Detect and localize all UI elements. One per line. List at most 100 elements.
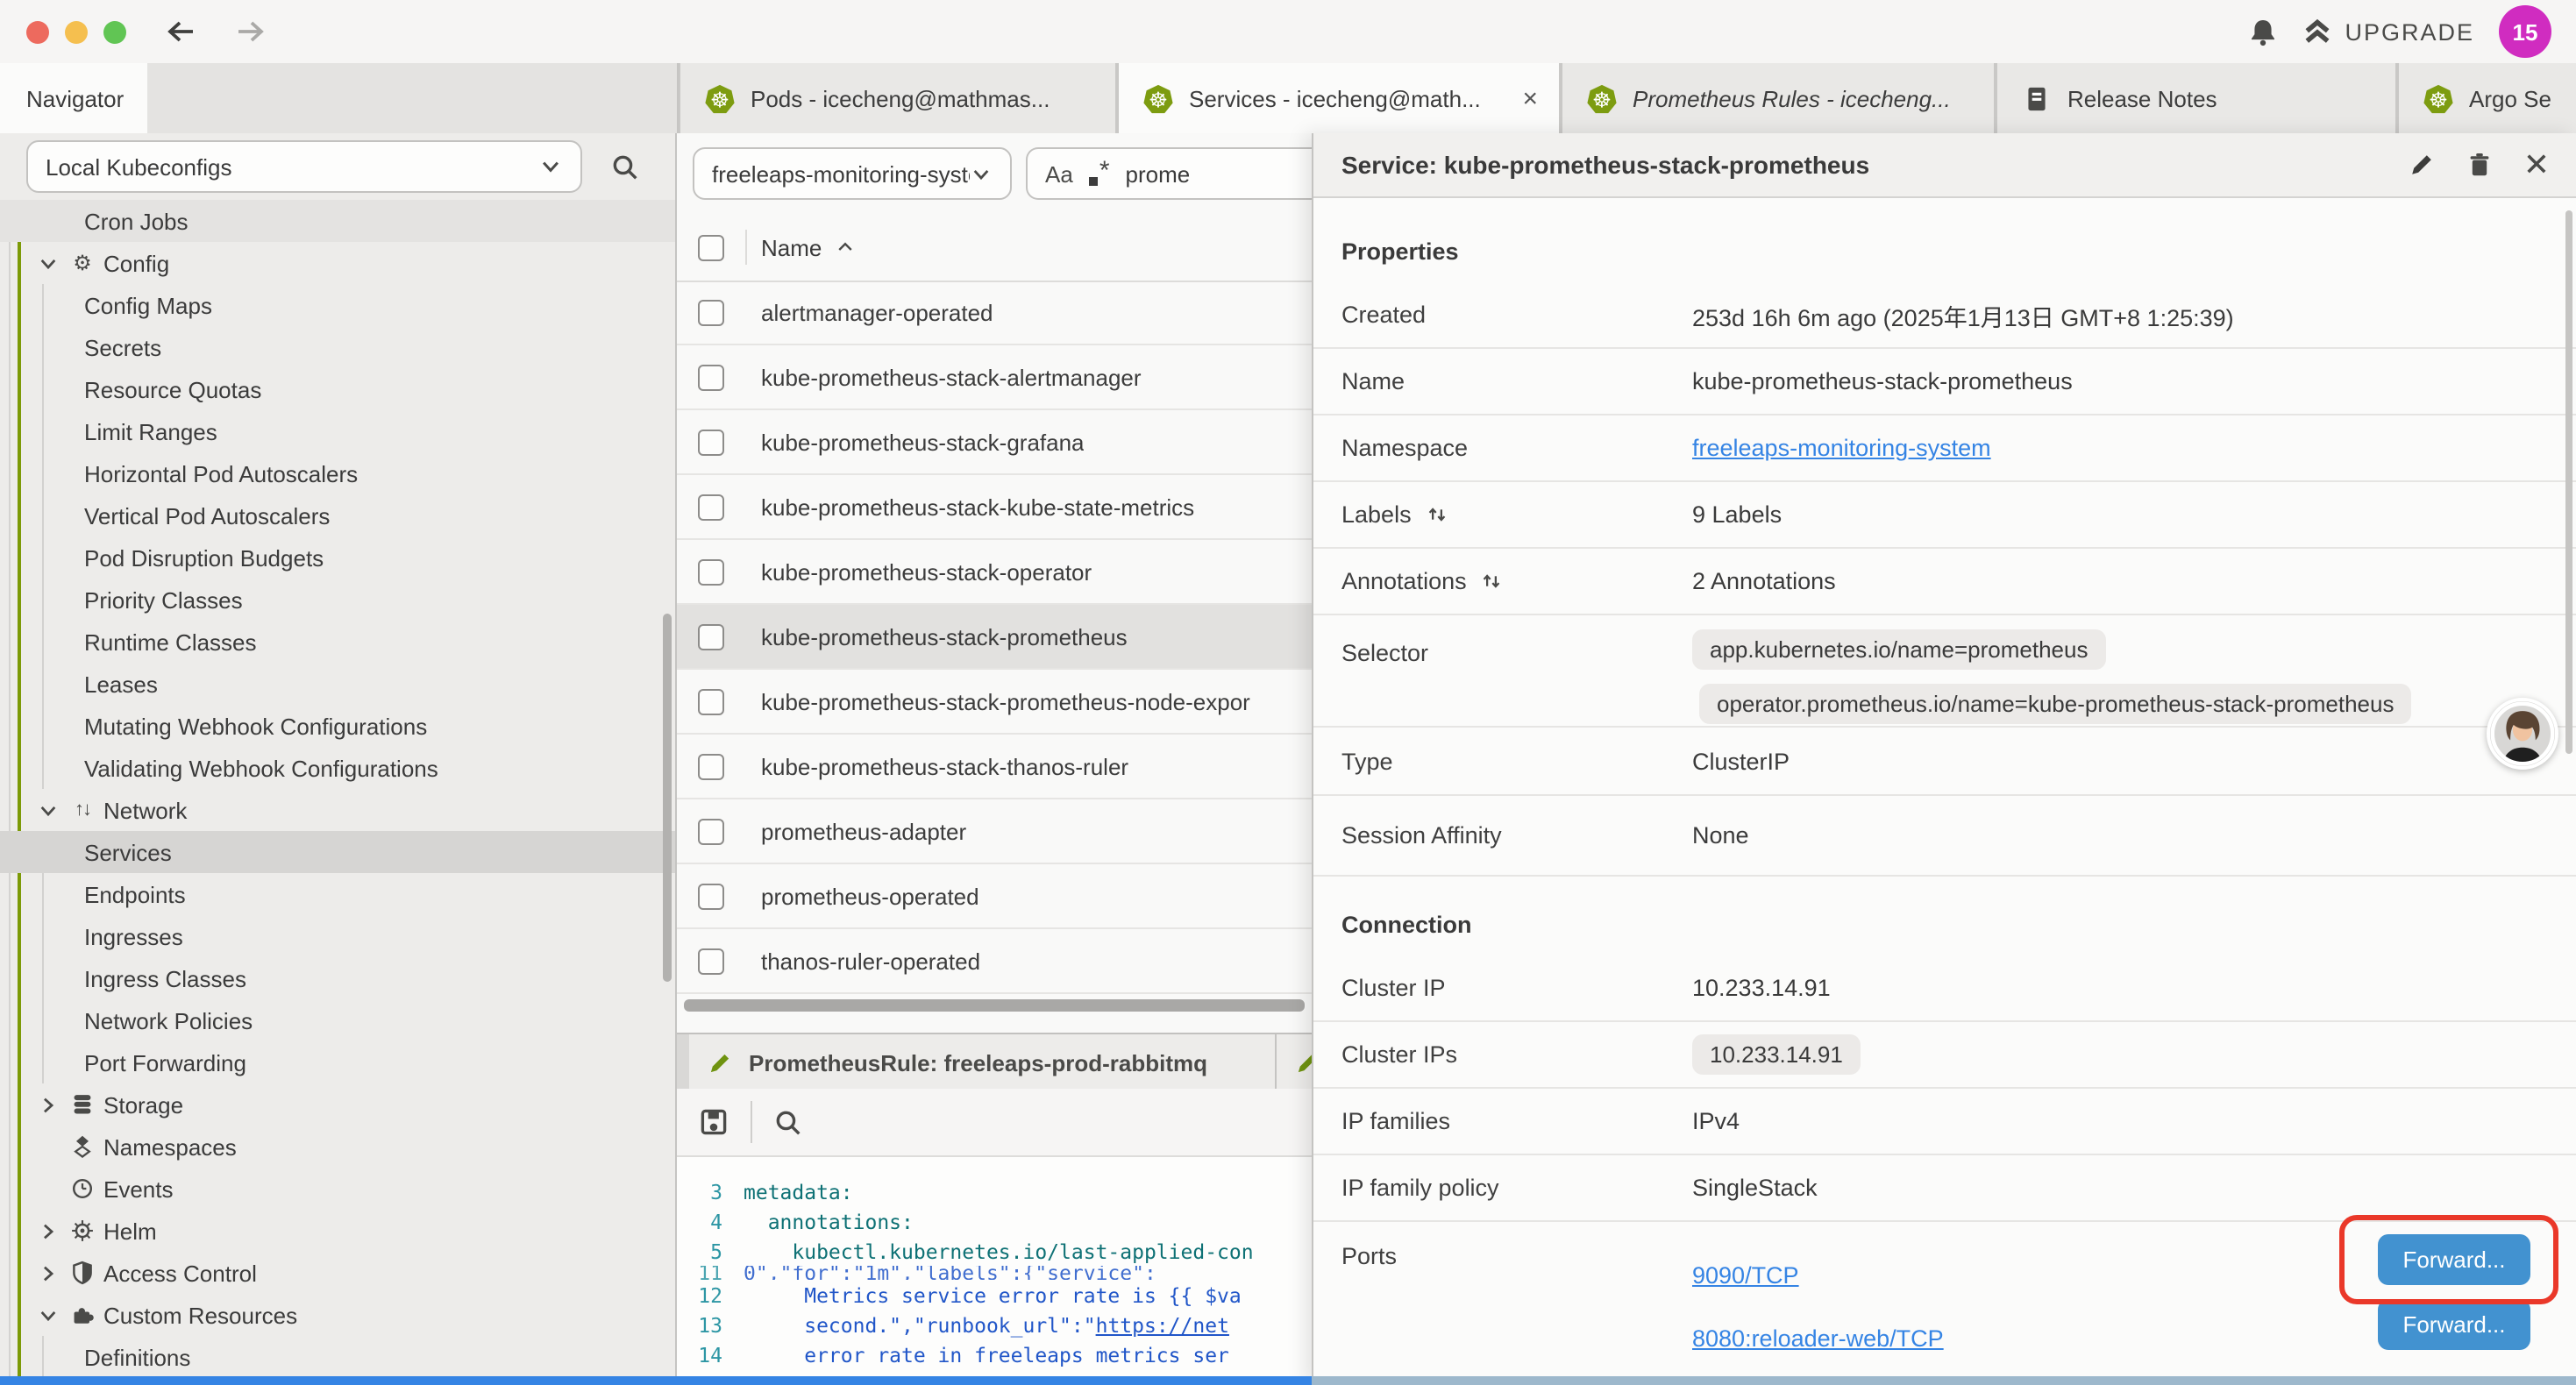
sidebar-item-definitions[interactable]: Definitions [0, 1336, 677, 1376]
sidebar-item-limit-ranges[interactable]: Limit Ranges [0, 410, 677, 452]
maximize-window-button[interactable] [103, 20, 126, 43]
close-panel-icon[interactable]: ✕ [2523, 149, 2550, 181]
row-checkbox[interactable] [698, 429, 724, 455]
table-row[interactable]: thanos-ruler-operated [677, 929, 1312, 994]
sidebar-item-mutating-webhook-configurations[interactable]: Mutating Webhook Configurations [0, 705, 677, 747]
edit-pencil-icon[interactable] [2408, 151, 2436, 179]
tab-argo[interactable]: Argo Se [2397, 63, 2576, 133]
save-icon[interactable] [698, 1106, 729, 1138]
filter-search-input[interactable]: Aa * prome [1026, 147, 1312, 200]
row-checkbox[interactable] [698, 364, 724, 390]
sidebar-search-icon[interactable] [610, 153, 640, 182]
horizontal-scrollbar[interactable] [684, 999, 1305, 1012]
match-case-icon[interactable]: Aa [1045, 160, 1073, 187]
table-row[interactable]: kube-prometheus-stack-alertmanager [677, 345, 1312, 410]
table-row[interactable]: kube-prometheus-stack-kube-state-metrics [677, 475, 1312, 540]
tab-services[interactable]: Services - icecheng@math... × [1117, 63, 1561, 133]
sidebar-group-storage[interactable]: Storage [0, 1083, 677, 1126]
sidebar-item-validating-webhook-configurations[interactable]: Validating Webhook Configurations [0, 747, 677, 789]
sidebar-group-access-control[interactable]: Access Control [0, 1252, 677, 1294]
table-row[interactable]: prometheus-operated [677, 864, 1312, 929]
sidebar-item-secrets[interactable]: Secrets [0, 326, 677, 368]
sidebar-item-priority-classes[interactable]: Priority Classes [0, 579, 677, 621]
port-link-9090[interactable]: 9090/TCP [1692, 1261, 1799, 1288]
row-checkbox[interactable] [698, 623, 724, 650]
sidebar-group-custom-resources[interactable]: Custom Resources [0, 1294, 677, 1336]
name-column-header[interactable]: Name [761, 234, 855, 260]
sidebar-item-config-maps[interactable]: Config Maps [0, 284, 677, 326]
sort-toggle-icon[interactable] [1426, 503, 1448, 526]
minimize-window-button[interactable] [65, 20, 88, 43]
sidebar-group-network[interactable]: ↑↓ Network [0, 789, 677, 831]
chevron-right-icon[interactable] [35, 1261, 60, 1284]
sidebar-item-ingress-classes[interactable]: Ingress Classes [0, 957, 677, 999]
sidebar-item-namespaces[interactable]: Namespaces [0, 1126, 677, 1168]
sidebar-item-horizontal-pod-autoscalers[interactable]: Horizontal Pod Autoscalers [0, 452, 677, 494]
detail-scrollbar[interactable] [2565, 210, 2572, 754]
regex-icon[interactable]: * [1089, 162, 1110, 185]
chevron-right-icon[interactable] [35, 1219, 60, 1242]
close-window-button[interactable] [26, 20, 49, 43]
tab-release-notes[interactable]: Release Notes [1996, 63, 2397, 133]
tab-navigator[interactable]: Navigator [0, 63, 147, 133]
sidebar-item-leases[interactable]: Leases [0, 663, 677, 705]
table-row[interactable]: kube-prometheus-stack-grafana [677, 410, 1312, 475]
namespace-selector[interactable]: freeleaps-monitoring-system [693, 147, 1012, 200]
sort-toggle-icon[interactable] [1481, 570, 1504, 593]
chevron-down-icon[interactable] [35, 1303, 60, 1326]
table-row[interactable]: prometheus-adapter [677, 799, 1312, 864]
row-checkbox[interactable] [698, 688, 724, 714]
sidebar-group-config[interactable]: ⚙ Config [0, 242, 677, 284]
sidebar-scrollbar[interactable] [663, 614, 672, 982]
property-value[interactable]: 9 Labels [1692, 501, 1782, 528]
close-tab-icon[interactable]: × [1519, 85, 1541, 111]
table-row-selected[interactable]: kube-prometheus-stack-prometheus [677, 605, 1312, 670]
sidebar-item-ingresses[interactable]: Ingresses [0, 915, 677, 957]
sidebar-item-vertical-pod-autoscalers[interactable]: Vertical Pod Autoscalers [0, 494, 677, 536]
select-all-checkbox[interactable] [698, 234, 724, 260]
sidebar-item-endpoints[interactable]: Endpoints [0, 873, 677, 915]
sidebar-item-services[interactable]: Services [0, 831, 677, 873]
row-checkbox[interactable] [698, 948, 724, 974]
sidebar-group-helm[interactable]: Helm [0, 1210, 677, 1252]
back-arrow-icon[interactable] [165, 18, 196, 46]
editor-search-icon[interactable] [773, 1107, 803, 1137]
runbook-url-link[interactable]: https://net [1096, 1312, 1229, 1337]
table-row[interactable]: kube-prometheus-stack-thanos-ruler [677, 735, 1312, 799]
sidebar-item-runtime-classes[interactable]: Runtime Classes [0, 621, 677, 663]
row-checkbox[interactable] [698, 558, 724, 585]
sidebar-item-pod-disruption-budgets[interactable]: Pod Disruption Budgets [0, 536, 677, 579]
port-link-8080[interactable]: 8080:reloader-web/TCP [1692, 1325, 1944, 1351]
sidebar-item-resource-quotas[interactable]: Resource Quotas [0, 368, 677, 410]
chevron-right-icon[interactable] [35, 1093, 60, 1116]
sidebar-item-network-policies[interactable]: Network Policies [0, 999, 677, 1041]
row-checkbox[interactable] [698, 753, 724, 779]
row-checkbox[interactable] [698, 494, 724, 520]
chevron-down-icon[interactable] [35, 252, 60, 274]
kubeconfig-selector[interactable]: Local Kubeconfigs [26, 140, 582, 193]
table-row[interactable]: kube-prometheus-stack-prometheus-node-ex… [677, 670, 1312, 735]
editor-tab-partial[interactable] [1277, 1034, 1312, 1090]
forward-button-8080[interactable]: Forward... [2378, 1299, 2530, 1350]
row-checkbox[interactable] [698, 299, 724, 325]
table-row[interactable]: kube-prometheus-stack-operator [677, 540, 1312, 605]
tab-prometheus-rules[interactable]: Prometheus Rules - icecheng... [1561, 63, 1996, 133]
sidebar-item-cron-jobs[interactable]: Cron Jobs [0, 200, 677, 242]
notification-badge[interactable]: 15 [2499, 5, 2551, 58]
namespace-link[interactable]: freeleaps-monitoring-system [1692, 435, 1991, 461]
editor-tab-prometheusrule[interactable]: PrometheusRule: freeleaps-prod-rabbitmq [689, 1034, 1277, 1090]
row-checkbox[interactable] [698, 883, 724, 909]
yaml-editor[interactable]: 3 metadata: 4 annotations: 5 kubectl.kub… [677, 1157, 1312, 1376]
table-row[interactable]: alertmanager-operated [677, 281, 1312, 345]
row-checkbox[interactable] [698, 818, 724, 844]
tab-pods[interactable]: Pods - icecheng@mathmas... [679, 63, 1117, 133]
delete-trash-icon[interactable] [2466, 151, 2494, 179]
bell-icon[interactable] [2248, 17, 2278, 46]
chevron-down-icon[interactable] [35, 799, 60, 821]
upgrade-button[interactable]: UPGRADE [2302, 17, 2474, 46]
property-value[interactable]: 2 Annotations [1692, 568, 1836, 594]
forward-arrow-icon[interactable] [235, 18, 267, 46]
avatar[interactable] [2487, 698, 2558, 770]
sidebar-item-port-forwarding[interactable]: Port Forwarding [0, 1041, 677, 1083]
sidebar-item-events[interactable]: Events [0, 1168, 677, 1210]
